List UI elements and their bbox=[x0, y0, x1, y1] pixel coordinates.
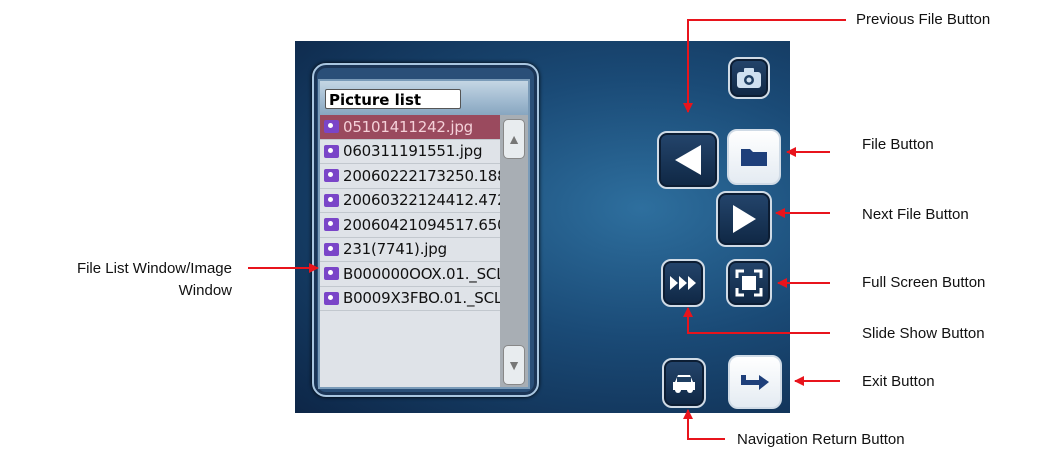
slide-show-arrow bbox=[683, 307, 830, 334]
callout-slide-show: Slide Show Button bbox=[862, 325, 985, 342]
callout-previous-file: Previous File Button bbox=[856, 11, 991, 28]
callout-exit: Exit Button bbox=[862, 373, 935, 390]
callout-file: File Button bbox=[862, 136, 934, 153]
previous-file-arrow bbox=[683, 19, 846, 113]
callout-file-list-line1: File List Window/Image bbox=[76, 260, 232, 277]
navigation-return-arrow bbox=[683, 409, 725, 440]
callout-file-list-line2: Window bbox=[178, 282, 232, 299]
callout-full-screen: Full Screen Button bbox=[862, 274, 986, 291]
callout-navigation-return: Navigation Return Button bbox=[737, 431, 905, 448]
callout-file-list-window: File List Window/Image Window bbox=[10, 258, 232, 302]
callout-next-file: Next File Button bbox=[862, 206, 969, 223]
